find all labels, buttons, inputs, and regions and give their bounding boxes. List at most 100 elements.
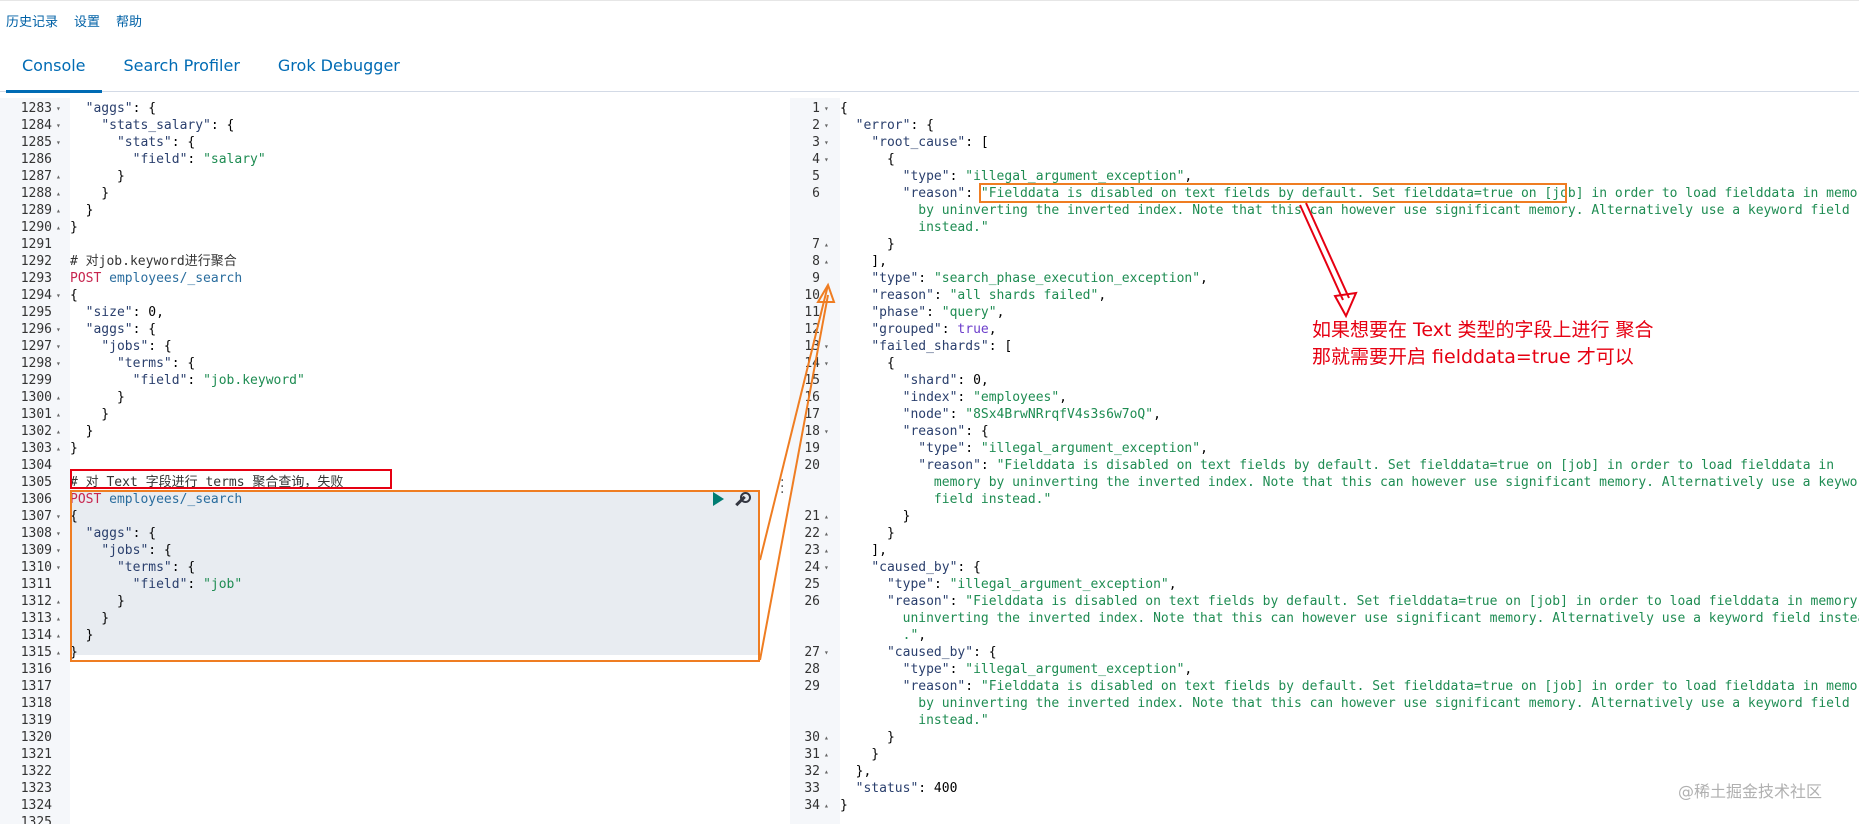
fold-toggle-icon[interactable]: ▾ [824, 151, 834, 168]
line-number: 30 [804, 730, 820, 745]
tab-search-profiler[interactable]: Search Profiler [102, 40, 256, 92]
code-line: 7 ▴ } [790, 236, 1859, 253]
fold-toggle-icon[interactable]: ▾ [56, 508, 66, 525]
reason-highlight-box [979, 183, 1567, 203]
line-number: 2 [812, 118, 820, 133]
code-line: 1302 ▴ } [0, 423, 780, 440]
line-number: 1305 [20, 475, 52, 490]
fold-toggle-icon[interactable]: ▴ [824, 253, 834, 270]
fold-toggle-icon[interactable]: ▾ [56, 321, 66, 338]
fold-toggle-icon[interactable]: ▴ [56, 610, 66, 627]
code-line: 24 ▾ "caused_by": { [790, 559, 1859, 576]
line-number: 1302 [20, 424, 52, 439]
line-number: 1293 [20, 271, 52, 286]
watermark: @稀土掘金技术社区 [1678, 782, 1823, 801]
line-number: 1297 [20, 339, 52, 354]
fold-toggle-icon[interactable]: ▾ [824, 355, 834, 372]
code-line: 1294 ▾ { [0, 287, 780, 304]
line-number: 1310 [20, 560, 52, 575]
code-line: 1324 [0, 797, 780, 814]
line-number: 1288 [20, 186, 52, 201]
fold-toggle-icon[interactable]: ▴ [56, 644, 66, 661]
fold-toggle-icon[interactable]: ▾ [56, 100, 66, 117]
fold-toggle-icon[interactable]: ▴ [824, 236, 834, 253]
fold-toggle-icon[interactable]: ▾ [56, 287, 66, 304]
fold-toggle-icon[interactable]: ▾ [56, 355, 66, 372]
settings-link[interactable]: 设置 [74, 11, 100, 30]
code-text: "error": { [855, 118, 934, 133]
fold-toggle-icon[interactable]: ▴ [824, 542, 834, 559]
fold-toggle-icon[interactable]: ▾ [56, 525, 66, 542]
fold-toggle-icon[interactable]: ▴ [56, 593, 66, 610]
fold-toggle-icon[interactable]: ▴ [56, 406, 66, 423]
fold-toggle-icon[interactable]: ▴ [56, 185, 66, 202]
code-text: ], [840, 543, 887, 558]
code-line: 1285 ▾ "stats": { [0, 134, 780, 151]
fold-toggle-icon[interactable]: ▴ [56, 389, 66, 406]
fold-toggle-icon[interactable]: ▾ [824, 423, 834, 440]
request-editor[interactable]: 1283 ▾ "aggs": {1284 ▾ "stats_salary": {12… [0, 98, 780, 824]
code-line: instead." [790, 712, 1859, 729]
fold-toggle-icon[interactable]: ▴ [56, 168, 66, 185]
code-text: } [840, 730, 895, 745]
fold-toggle-icon[interactable]: ▾ [824, 559, 834, 576]
code-text: } [840, 237, 895, 252]
code-text: } [840, 798, 848, 813]
line-number: 18 [804, 424, 820, 439]
code-line: 30 ▴ } [790, 729, 1859, 746]
fold-toggle-icon[interactable]: ▾ [824, 134, 834, 151]
fold-toggle-icon[interactable]: ▾ [824, 644, 834, 661]
fold-toggle-icon[interactable]: ▴ [56, 440, 66, 457]
tab-console[interactable]: Console [0, 40, 102, 93]
fold-toggle-icon[interactable]: ▴ [56, 423, 66, 440]
fold-toggle-icon[interactable]: ▾ [56, 134, 66, 151]
code-line: 1291 [0, 236, 780, 253]
code-text: { [840, 101, 848, 116]
code-line: field instead." [790, 491, 1859, 508]
line-number: 7 [812, 237, 820, 252]
fold-toggle-icon[interactable]: ▴ [824, 746, 834, 763]
help-link[interactable]: 帮助 [116, 11, 142, 30]
code-line: 1318 [0, 695, 780, 712]
line-number: 1314 [20, 628, 52, 643]
pane-divider[interactable] [778, 98, 790, 824]
fold-toggle-icon[interactable]: ▾ [56, 559, 66, 576]
code-line: 1286 "field": "salary" [0, 151, 780, 168]
fold-toggle-icon[interactable]: ▴ [56, 627, 66, 644]
fold-toggle-icon[interactable]: ▴ [824, 797, 834, 814]
line-number: 14 [804, 356, 820, 371]
fold-toggle-icon[interactable]: ▴ [824, 525, 834, 542]
fold-toggle-icon[interactable]: ▴ [56, 202, 66, 219]
code-line: 20 "reason": "Fielddata is disabled on t… [790, 457, 1859, 474]
request-highlight-box [70, 490, 760, 662]
fold-toggle-icon[interactable]: ▾ [824, 100, 834, 117]
fold-toggle-icon[interactable]: ▾ [56, 338, 66, 355]
code-line: 1284 ▾ "stats_salary": { [0, 117, 780, 134]
tab-grok-debugger[interactable]: Grok Debugger [256, 40, 416, 92]
code-line: 1322 [0, 763, 780, 780]
fold-toggle-icon[interactable]: ▴ [824, 763, 834, 780]
request-code-lines: 1283 ▾ "aggs": {1284 ▾ "stats_salary": {12… [0, 98, 780, 824]
code-line: 1283 ▾ "aggs": { [0, 100, 780, 117]
fold-toggle-icon[interactable]: ▾ [56, 117, 66, 134]
code-text: } [70, 203, 94, 218]
fold-toggle-icon[interactable]: ▴ [56, 219, 66, 236]
line-number: 1316 [20, 662, 52, 677]
line-number: 1313 [20, 611, 52, 626]
line-number: 10 [804, 288, 820, 303]
line-number: 32 [804, 764, 820, 779]
code-text: memory by uninverting the inverted index… [840, 475, 1859, 490]
line-number: 20 [804, 458, 820, 473]
fold-toggle-icon[interactable]: ▾ [824, 117, 834, 134]
resize-handle-icon[interactable]: · · · [780, 474, 784, 500]
fold-toggle-icon[interactable]: ▴ [824, 729, 834, 746]
fold-toggle-icon[interactable]: ▾ [56, 542, 66, 559]
code-text: }, [840, 764, 872, 779]
fold-toggle-icon[interactable]: ▴ [824, 508, 834, 525]
code-line: 18 ▾ "reason": { [790, 423, 1859, 440]
code-line: 19 "type": "illegal_argument_exception", [790, 440, 1859, 457]
line-number: 28 [804, 662, 820, 677]
line-number: 1295 [20, 305, 52, 320]
fold-toggle-icon[interactable]: ▾ [824, 338, 834, 355]
history-link[interactable]: 历史记录 [6, 11, 58, 30]
